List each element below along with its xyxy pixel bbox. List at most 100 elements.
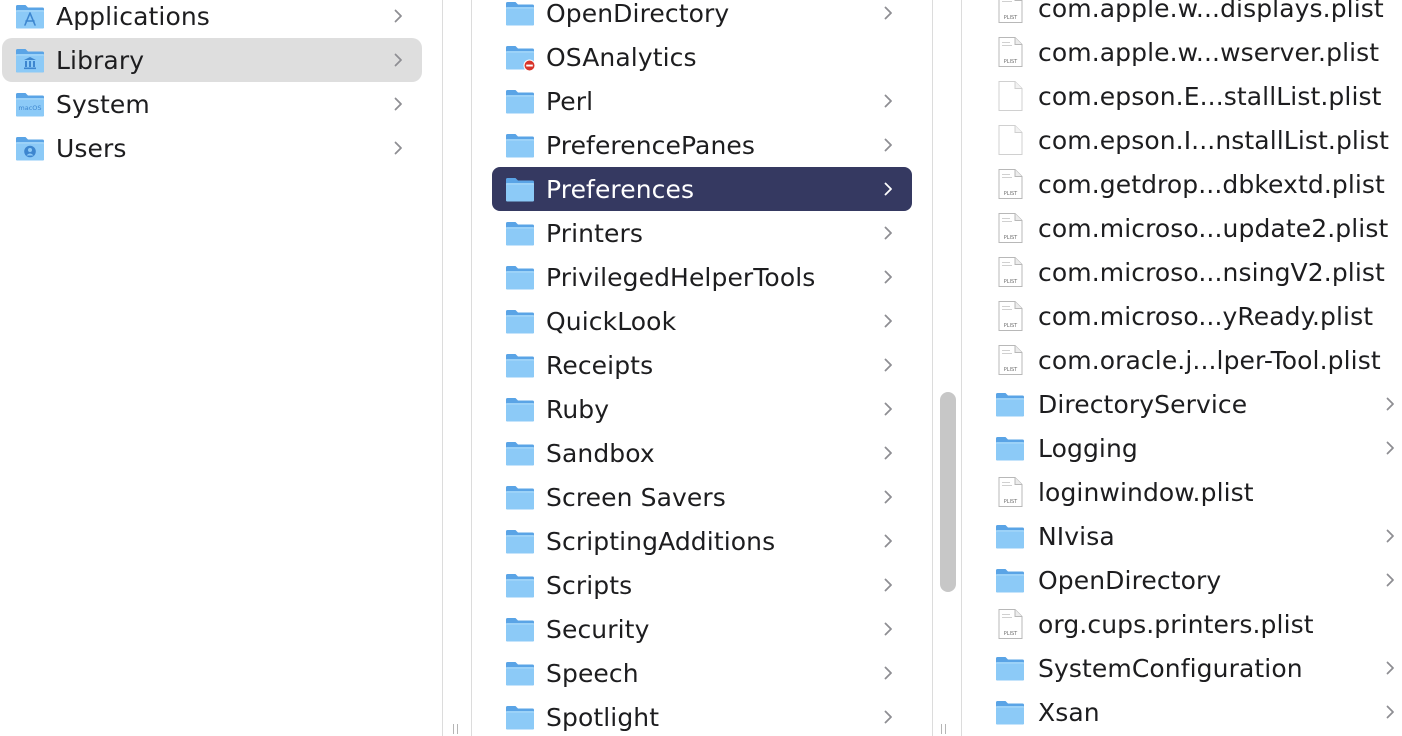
- chevron-right-icon[interactable]: [878, 573, 898, 597]
- list-item-applications[interactable]: Applications: [2, 0, 422, 38]
- users-folder-icon: [14, 132, 46, 164]
- list-item-privilegedhelpertools[interactable]: PrivilegedHelperTools: [492, 255, 912, 299]
- chevron-right-icon[interactable]: [878, 1, 898, 25]
- list-item-com-epson-i-nstalllist-plist[interactable]: com.epson.I...nstallList.plist: [992, 118, 1396, 162]
- list-item-com-apple-w-displays-plist[interactable]: PLIST com.apple.w...displays.plist: [992, 0, 1396, 30]
- svg-text:PLIST: PLIST: [1004, 499, 1018, 505]
- column-resize-handle[interactable]: [940, 724, 948, 734]
- list-item-osanalytics[interactable]: OSAnalytics: [492, 35, 912, 79]
- chevron-right-icon[interactable]: [1380, 392, 1400, 416]
- item-label: Speech: [546, 658, 639, 688]
- item-label: OSAnalytics: [546, 42, 697, 72]
- finder-column-library[interactable]: OpenDirectory OSAnalytics Perl PreferencePa…: [472, 0, 932, 736]
- folder-icon: [504, 701, 536, 733]
- chevron-right-icon[interactable]: [1380, 436, 1400, 460]
- list-item-system[interactable]: macOS System: [2, 82, 422, 126]
- list-item-com-microso-yready-plist[interactable]: PLIST com.microso...yReady.plist: [992, 294, 1396, 338]
- list-item-users[interactable]: Users: [2, 126, 422, 170]
- chevron-right-icon[interactable]: [388, 48, 408, 72]
- folder-icon: [504, 217, 536, 249]
- list-item-screen-savers[interactable]: Screen Savers: [492, 475, 912, 519]
- list-item-logging[interactable]: Logging: [992, 426, 1396, 470]
- list-item-org-cups-printers-plist[interactable]: PLIST org.cups.printers.plist: [992, 602, 1396, 646]
- svg-text:PLIST: PLIST: [1004, 191, 1018, 197]
- item-label: Library: [56, 45, 145, 75]
- item-label: com.epson.E...stallList.plist: [1038, 81, 1382, 111]
- item-label: DirectoryService: [1038, 389, 1248, 419]
- list-item-directoryservice[interactable]: DirectoryService: [992, 382, 1396, 426]
- item-label: Users: [56, 133, 127, 163]
- chevron-right-icon[interactable]: [878, 133, 898, 157]
- list-item-xsan[interactable]: Xsan: [992, 690, 1396, 734]
- item-label: Printers: [546, 218, 643, 248]
- chevron-right-icon[interactable]: [878, 441, 898, 465]
- chevron-right-icon[interactable]: [878, 309, 898, 333]
- chevron-right-icon[interactable]: [388, 4, 408, 28]
- vertical-scrollbar-thumb[interactable]: [940, 392, 956, 592]
- list-item-sandbox[interactable]: Sandbox: [492, 431, 912, 475]
- chevron-right-icon[interactable]: [878, 89, 898, 113]
- svg-text:macOS: macOS: [18, 104, 41, 112]
- svg-text:PLIST: PLIST: [1004, 279, 1018, 285]
- chevron-right-icon[interactable]: [878, 397, 898, 421]
- list-item-perl[interactable]: Perl: [492, 79, 912, 123]
- finder-column-preferences[interactable]: PLIST com.apple.w...displays.plist PLIST co…: [962, 0, 1402, 736]
- list-item-com-microso-update2-plist[interactable]: PLIST com.microso...update2.plist: [992, 206, 1396, 250]
- item-label: System: [56, 89, 150, 119]
- list-item-com-epson-e-stalllist-plist[interactable]: com.epson.E...stallList.plist: [992, 74, 1396, 118]
- chevron-right-icon[interactable]: [878, 617, 898, 641]
- item-label: com.microso...yReady.plist: [1038, 301, 1374, 331]
- svg-text:PLIST: PLIST: [1004, 367, 1018, 373]
- list-item-com-oracle-j-lper-tool-plist[interactable]: PLIST com.oracle.j...lper-Tool.plist: [992, 338, 1396, 382]
- finder-column-root[interactable]: Applications Library macOS System Users: [0, 0, 442, 736]
- item-label: QuickLook: [546, 306, 677, 336]
- list-item-opendirectory[interactable]: OpenDirectory: [992, 558, 1396, 602]
- folder-icon: [504, 261, 536, 293]
- list-item-com-apple-w-wserver-plist[interactable]: PLIST com.apple.w...wserver.plist: [992, 30, 1396, 74]
- chevron-right-icon[interactable]: [1380, 524, 1400, 548]
- plist-file-icon: PLIST: [994, 256, 1026, 288]
- plist-file-icon: PLIST: [994, 212, 1026, 244]
- chevron-right-icon[interactable]: [388, 92, 408, 116]
- item-label: Scripts: [546, 570, 633, 600]
- list-item-receipts[interactable]: Receipts: [492, 343, 912, 387]
- item-label: loginwindow.plist: [1038, 477, 1254, 507]
- chevron-right-icon[interactable]: [878, 661, 898, 685]
- chevron-right-icon[interactable]: [878, 705, 898, 729]
- chevron-right-icon[interactable]: [878, 221, 898, 245]
- list-item-scriptingadditions[interactable]: ScriptingAdditions: [492, 519, 912, 563]
- list-item-ruby[interactable]: Ruby: [492, 387, 912, 431]
- item-label: SystemConfiguration: [1038, 653, 1303, 683]
- list-item-scripts[interactable]: Scripts: [492, 563, 912, 607]
- list-item-systemconfiguration[interactable]: SystemConfiguration: [992, 646, 1396, 690]
- item-label: Sandbox: [546, 438, 655, 468]
- chevron-right-icon[interactable]: [878, 353, 898, 377]
- item-label: com.apple.w...wserver.plist: [1038, 37, 1380, 67]
- chevron-right-icon[interactable]: [878, 485, 898, 509]
- list-item-library[interactable]: Library: [2, 38, 422, 82]
- list-item-spotlight[interactable]: Spotlight: [492, 695, 912, 736]
- list-item-loginwindow-plist[interactable]: PLIST loginwindow.plist: [992, 470, 1396, 514]
- chevron-right-icon[interactable]: [878, 177, 898, 201]
- item-label: Spotlight: [546, 702, 660, 732]
- list-item-speech[interactable]: Speech: [492, 651, 912, 695]
- column-resize-handle[interactable]: [452, 724, 460, 734]
- chevron-right-icon[interactable]: [1380, 568, 1400, 592]
- blank-file-icon: [994, 124, 1026, 156]
- list-item-preferences[interactable]: Preferences: [492, 167, 912, 211]
- chevron-right-icon[interactable]: [878, 529, 898, 553]
- chevron-right-icon[interactable]: [388, 136, 408, 160]
- chevron-right-icon[interactable]: [1380, 700, 1400, 724]
- restricted-folder-icon: [504, 41, 536, 73]
- list-item-quicklook[interactable]: QuickLook: [492, 299, 912, 343]
- chevron-right-icon[interactable]: [1380, 656, 1400, 680]
- folder-icon: [504, 657, 536, 689]
- list-item-opendirectory[interactable]: OpenDirectory: [492, 0, 912, 35]
- list-item-printers[interactable]: Printers: [492, 211, 912, 255]
- list-item-nivisa[interactable]: NIvisa: [992, 514, 1396, 558]
- chevron-right-icon[interactable]: [878, 265, 898, 289]
- list-item-preferencepanes[interactable]: PreferencePanes: [492, 123, 912, 167]
- list-item-com-getdrop-dbkextd-plist[interactable]: PLIST com.getdrop...dbkextd.plist: [992, 162, 1396, 206]
- list-item-com-microso-nsingv2-plist[interactable]: PLIST com.microso...nsingV2.plist: [992, 250, 1396, 294]
- list-item-security[interactable]: Security: [492, 607, 912, 651]
